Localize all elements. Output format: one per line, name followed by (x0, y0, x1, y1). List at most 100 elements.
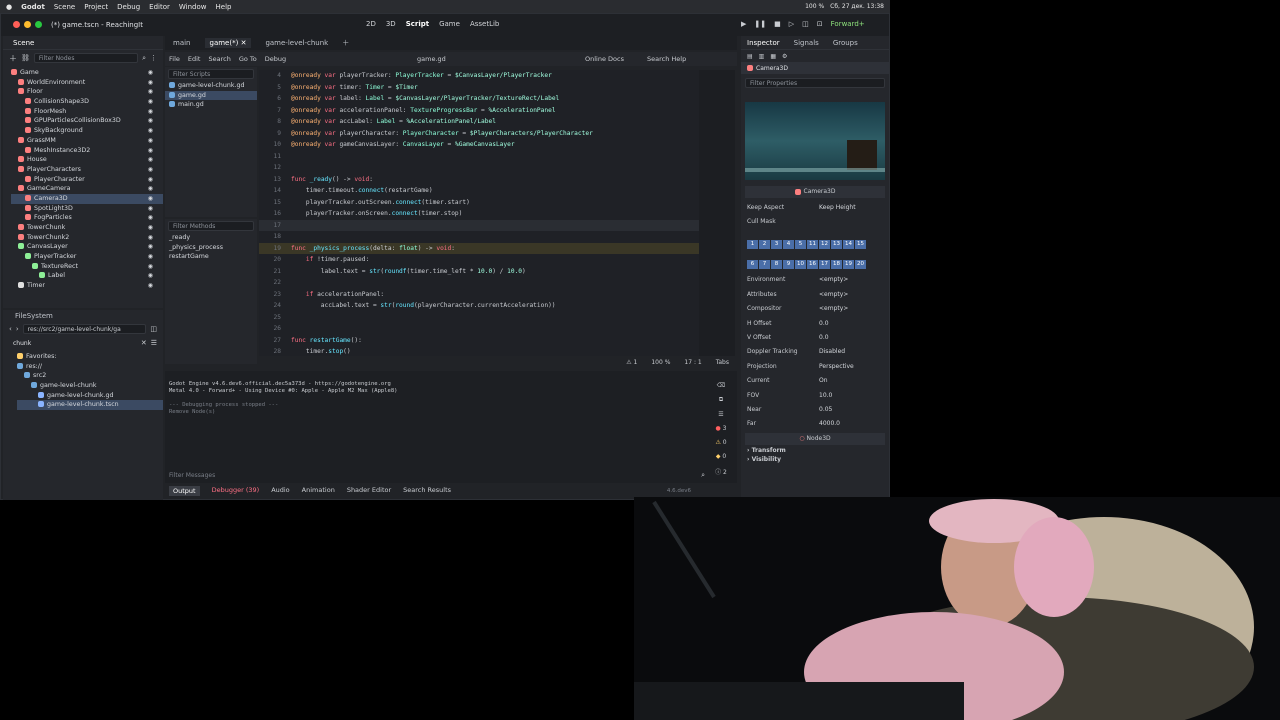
script-menu-debug[interactable]: Debug (265, 55, 286, 63)
scene-node[interactable]: FloorMesh ◉ (11, 107, 163, 117)
property-value[interactable]: 0.0 (819, 334, 885, 341)
zoom-level[interactable]: 100 % (651, 359, 670, 366)
script-list-item[interactable]: game.gd (165, 90, 257, 101)
play-scene-icon[interactable]: ▷ (789, 20, 794, 28)
movie-icon[interactable]: ◫ (802, 20, 809, 28)
scene-node[interactable]: SkyBackground ◉ (11, 126, 163, 136)
clear-log-icon[interactable]: ⌫ (717, 382, 725, 389)
visibility-icon[interactable]: ◉ (148, 97, 153, 107)
visibility-icon[interactable]: ◉ (148, 116, 153, 126)
code-line[interactable]: 6 @onready var label: Label = $CanvasLaye… (259, 93, 699, 105)
scene-node[interactable]: House ◉ (11, 155, 163, 165)
warning-filter[interactable]: ⚠ 0 (715, 439, 726, 446)
inspector-tab-inspector[interactable]: Inspector (747, 39, 780, 47)
path-field[interactable]: res://src2/game-level-chunk/ga (22, 324, 147, 334)
visibility-icon[interactable]: ◉ (148, 126, 153, 136)
visibility-icon[interactable]: ◉ (148, 146, 153, 156)
property-row[interactable]: Keep Aspect Keep Height (747, 200, 885, 214)
code-line[interactable]: 18 (259, 231, 699, 243)
bottom-tab[interactable]: Animation (302, 486, 335, 496)
search-icon[interactable]: ⌕ (142, 54, 146, 63)
visibility-icon[interactable]: ◉ (148, 107, 153, 117)
code-line[interactable]: 8 @onready var accLabel: Label = %Acceler… (259, 116, 699, 128)
search-icon[interactable]: ⌕ (701, 471, 705, 480)
add-node-icon[interactable]: ＋ (9, 53, 17, 64)
tab-assetlib[interactable]: AssetLib (470, 20, 499, 28)
split-icon[interactable]: ◫ (150, 325, 157, 333)
script-list-item[interactable]: main.gd (165, 100, 257, 110)
tab-2d[interactable]: 2D (366, 20, 376, 28)
script-list-item[interactable]: game-level-chunk.gd (165, 81, 257, 91)
layer-bit[interactable]: 3 (771, 239, 782, 249)
code-line[interactable]: 25 (259, 312, 699, 324)
code-line[interactable]: 5 @onready var timer: Timer = $Timer (259, 82, 699, 94)
scene-node[interactable]: Camera3D ◉ (11, 193, 163, 204)
code-line[interactable]: 26 (259, 323, 699, 335)
property-row[interactable]: H Offset 0.0 (747, 316, 885, 330)
layer-bit[interactable]: 13 (831, 239, 842, 249)
script-menu-search[interactable]: Search (208, 55, 230, 63)
filesystem-item[interactable]: src2 (17, 371, 163, 381)
layer-bit[interactable]: 6 (747, 259, 758, 269)
scene-node[interactable]: Floor ◉ (11, 87, 163, 97)
code-line[interactable]: 27 func restartGame(): (259, 335, 699, 347)
visibility-icon[interactable]: ◉ (148, 136, 153, 146)
code-line[interactable]: 10 @onready var gameCanvasLayer: CanvasLa… (259, 139, 699, 151)
clear-icon[interactable]: ✕ (141, 339, 147, 347)
layer-bit[interactable]: 14 (843, 239, 854, 249)
property-value[interactable]: <empty> (819, 291, 885, 298)
property-row[interactable]: Doppler Tracking Disabled (747, 345, 885, 359)
method-item[interactable]: _physics_process (165, 243, 257, 253)
scene-node[interactable]: GrassMM ◉ (11, 136, 163, 146)
menu-editor[interactable]: Editor (149, 3, 170, 11)
scene-node[interactable]: TowerChunk ◉ (11, 223, 163, 233)
scene-node[interactable]: PlayerCharacters ◉ (11, 165, 163, 175)
indent-mode[interactable]: Tabs (716, 359, 729, 366)
back-icon[interactable]: ‹ (9, 325, 12, 333)
layer-bit[interactable]: 18 (831, 259, 842, 269)
inspector-node[interactable]: Camera3D (741, 62, 889, 74)
inspector-tab-signals[interactable]: Signals (794, 39, 819, 47)
scene-node[interactable]: FogParticles ◉ (11, 213, 163, 223)
layer-bit[interactable]: 12 (819, 239, 830, 249)
copy-icon[interactable]: ⧉ (719, 396, 723, 404)
add-tab-icon[interactable]: ＋ (342, 38, 349, 48)
section-node3d[interactable]: ○ Node3D (745, 433, 885, 446)
filesystem-search-input[interactable]: chunk (9, 338, 137, 348)
property-value[interactable]: <empty> (819, 276, 885, 283)
visibility-icon[interactable]: ◉ (148, 204, 153, 214)
bottom-tab[interactable]: Shader Editor (347, 486, 391, 496)
tab-game-level-chunk[interactable]: game-level-chunk (265, 39, 328, 47)
scene-node[interactable]: CanvasLayer ◉ (11, 242, 163, 252)
tab-scene[interactable]: Scene (13, 39, 34, 47)
group-transform[interactable]: › Transform (747, 447, 883, 454)
scene-node[interactable]: GPUParticlesCollisionBox3D ◉ (11, 116, 163, 126)
new-resource-icon[interactable]: ▤ (747, 53, 753, 60)
filesystem-item[interactable]: game-level-chunk.gd (17, 391, 163, 401)
visibility-icon[interactable]: ◉ (148, 262, 153, 272)
layer-bit[interactable]: 9 (783, 259, 794, 269)
scene-node[interactable]: TowerChunk2 ◉ (11, 233, 163, 243)
filesystem-item[interactable]: res:// (17, 362, 163, 372)
code-line[interactable]: 24 accLabel.text = str(round(playerChara… (259, 300, 699, 312)
code-line[interactable]: 22 (259, 277, 699, 289)
tab-script[interactable]: Script (406, 20, 429, 28)
code-line[interactable]: 23 if accelerationPanel: (259, 289, 699, 301)
close-tab-icon[interactable]: ✕ (241, 39, 247, 47)
code-line[interactable]: 16 playerTracker.onScreen.connect(timer.… (259, 208, 699, 220)
visibility-icon[interactable]: ◉ (148, 165, 153, 175)
layer-bit[interactable]: 17 (819, 259, 830, 269)
code-line[interactable]: 7 @onready var accelerationPanel: Texture… (259, 105, 699, 117)
bottom-tab[interactable]: Debugger (39) (212, 486, 260, 496)
tab-3d[interactable]: 3D (386, 20, 396, 28)
code-line[interactable]: 9 @onready var playerCharacter: PlayerCha… (259, 128, 699, 140)
filter-messages-input[interactable]: Filter Messages (169, 472, 701, 479)
minimize-window-button[interactable] (24, 21, 31, 28)
renderer-label[interactable]: Forward+ (831, 20, 865, 28)
visibility-icon[interactable]: ◉ (148, 223, 153, 233)
property-row[interactable]: Current On (747, 374, 885, 388)
layer-bit[interactable]: 4 (783, 239, 794, 249)
error-filter[interactable]: ● 3 (716, 425, 727, 432)
scene-node[interactable]: GameCamera ◉ (11, 184, 163, 194)
code-line[interactable]: 20 if !timer.paused: (259, 254, 699, 266)
